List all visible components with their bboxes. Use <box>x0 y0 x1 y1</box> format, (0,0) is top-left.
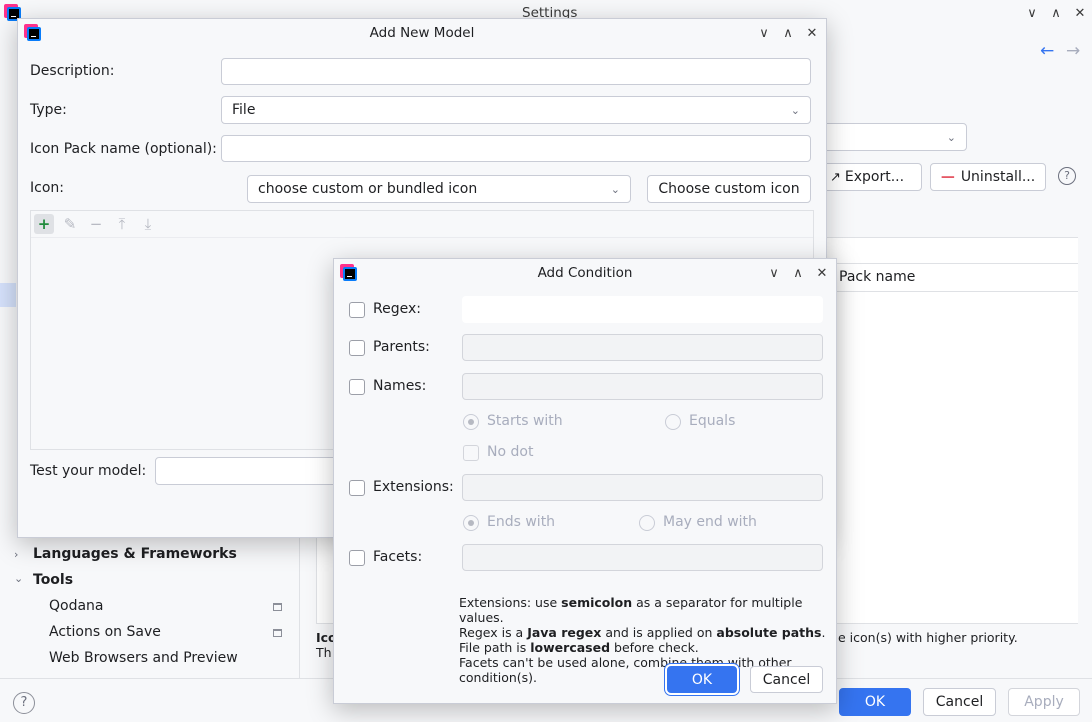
starts-with-label: Starts with <box>487 413 563 429</box>
facets-checkbox[interactable] <box>349 550 365 566</box>
dialog-logo <box>24 24 42 42</box>
parents-input[interactable] <box>462 334 823 361</box>
uninstall-button[interactable]: — Uninstall... <box>930 163 1046 191</box>
description-input[interactable] <box>221 58 811 85</box>
names-checkbox[interactable] <box>349 379 365 395</box>
tree-label-tools: Tools <box>33 572 74 588</box>
may-end-with-label: May end with <box>663 514 757 530</box>
may-end-with-radio[interactable] <box>639 515 655 531</box>
extensions-checkbox[interactable] <box>349 480 365 496</box>
project-scope-icon <box>273 603 282 611</box>
add-condition-dialog: Add Condition ∨ ∧ ✕ Regex: Parents: Name… <box>333 258 837 704</box>
chevron-down-icon: ⌄ <box>946 130 956 144</box>
regex-label: Regex: <box>373 301 421 317</box>
names-input[interactable] <box>462 373 823 400</box>
test-model-input[interactable] <box>155 457 345 485</box>
uninstall-label: Uninstall... <box>960 169 1036 185</box>
settings-ok-button[interactable]: OK <box>839 688 911 716</box>
type-value: File <box>232 102 256 118</box>
condition-ok-button[interactable]: OK <box>667 666 737 693</box>
note-regex: Regex is a Java regex and is applied on … <box>459 625 826 640</box>
settings-cancel-button[interactable]: Cancel <box>923 688 996 716</box>
regex-input[interactable] <box>462 296 823 323</box>
settings-apply-button[interactable]: Apply <box>1008 688 1080 716</box>
ends-with-radio[interactable] <box>463 515 479 531</box>
back-arrow-icon[interactable]: ← <box>1040 41 1054 61</box>
minimize-icon[interactable]: ∨ <box>766 265 782 281</box>
equals-radio[interactable] <box>665 414 681 430</box>
names-label: Names: <box>373 378 427 394</box>
minimize-icon[interactable]: ∨ <box>1024 5 1040 21</box>
maximize-icon[interactable]: ∧ <box>1048 5 1064 21</box>
test-model-label: Test your model: <box>30 463 147 479</box>
note-extensions: Extensions: use semicolon as a separator… <box>459 595 803 625</box>
equals-label: Equals <box>689 413 736 429</box>
chevron-right-icon: › <box>14 548 19 561</box>
dialog-logo <box>340 264 358 282</box>
facets-label: Facets: <box>373 549 423 565</box>
chevron-down-icon: ⌄ <box>790 103 800 117</box>
add-model-title: Add New Model <box>369 25 475 41</box>
icon-label: Icon: <box>30 180 64 196</box>
export-button[interactable]: ↗ Export... <box>812 163 922 191</box>
extensions-input[interactable] <box>462 474 823 501</box>
help-icon[interactable]: ? <box>1058 167 1076 185</box>
move-down-icon[interactable]: ⤓ <box>138 214 158 234</box>
starts-with-radio[interactable] <box>463 414 479 430</box>
facets-input[interactable] <box>462 544 823 571</box>
icon-pack-label: Icon Pack name (optional): <box>30 141 217 157</box>
column-pack-name[interactable]: Pack name <box>839 269 915 285</box>
choose-custom-icon-button[interactable]: Choose custom icon <box>647 175 811 203</box>
note-lowercase: File path is lowercased before check. <box>459 640 699 655</box>
maximize-icon[interactable]: ∧ <box>780 25 796 41</box>
bottom-text-the: Th <box>316 645 332 660</box>
remove-icon[interactable]: − <box>86 214 106 234</box>
ends-with-label: Ends with <box>487 514 556 530</box>
export-label: Export... <box>844 169 905 185</box>
parents-checkbox[interactable] <box>349 340 365 356</box>
conditions-toolbar: + ✎ − ⤒ ⤓ <box>31 211 813 238</box>
sidebar-selection <box>0 283 16 307</box>
close-icon[interactable]: ✕ <box>804 25 820 41</box>
condition-cancel-button[interactable]: Cancel <box>750 666 823 693</box>
type-combo[interactable]: File ⌄ <box>221 96 811 124</box>
priority-text: e icon(s) with higher priority. <box>838 630 1018 645</box>
close-icon[interactable]: ✕ <box>1072 5 1088 21</box>
add-icon[interactable]: + <box>34 214 54 234</box>
icon-combo-value: choose custom or bundled icon <box>258 181 478 197</box>
table-header: Pack name <box>810 237 1078 292</box>
close-icon[interactable]: ✕ <box>814 265 830 281</box>
type-label: Type: <box>30 102 67 118</box>
tree-item-web-browsers[interactable]: Web Browsers and Preview <box>49 650 238 666</box>
parents-label: Parents: <box>373 339 430 355</box>
add-condition-title: Add Condition <box>537 265 633 281</box>
no-dot-checkbox[interactable] <box>463 445 479 461</box>
maximize-icon[interactable]: ∧ <box>790 265 806 281</box>
minus-icon: — <box>940 169 955 185</box>
icon-combo[interactable]: choose custom or bundled icon ⌄ <box>247 175 631 203</box>
project-scope-icon <box>273 629 282 637</box>
sidebar-divider <box>299 538 300 678</box>
chevron-down-icon: ⌄ <box>610 182 620 196</box>
forward-arrow-icon[interactable]: → <box>1066 41 1080 61</box>
tree-item-qodana[interactable]: Qodana <box>49 598 104 614</box>
description-label: Description: <box>30 63 115 79</box>
tree-label-languages: Languages & Frameworks <box>33 546 237 562</box>
export-icon: ↗ <box>829 169 841 185</box>
tree-item-actions-on-save[interactable]: Actions on Save <box>49 624 161 640</box>
no-dot-label: No dot <box>487 444 534 460</box>
regex-checkbox[interactable] <box>349 302 365 318</box>
minimize-icon[interactable]: ∨ <box>756 25 772 41</box>
icon-pack-input[interactable] <box>221 135 811 162</box>
settings-help-button[interactable]: ? <box>13 692 35 714</box>
edit-icon[interactable]: ✎ <box>60 214 80 234</box>
chevron-down-icon: ⌄ <box>14 572 24 585</box>
extensions-label: Extensions: <box>373 479 454 495</box>
table-body <box>810 292 1078 624</box>
move-up-icon[interactable]: ⤒ <box>112 214 132 234</box>
